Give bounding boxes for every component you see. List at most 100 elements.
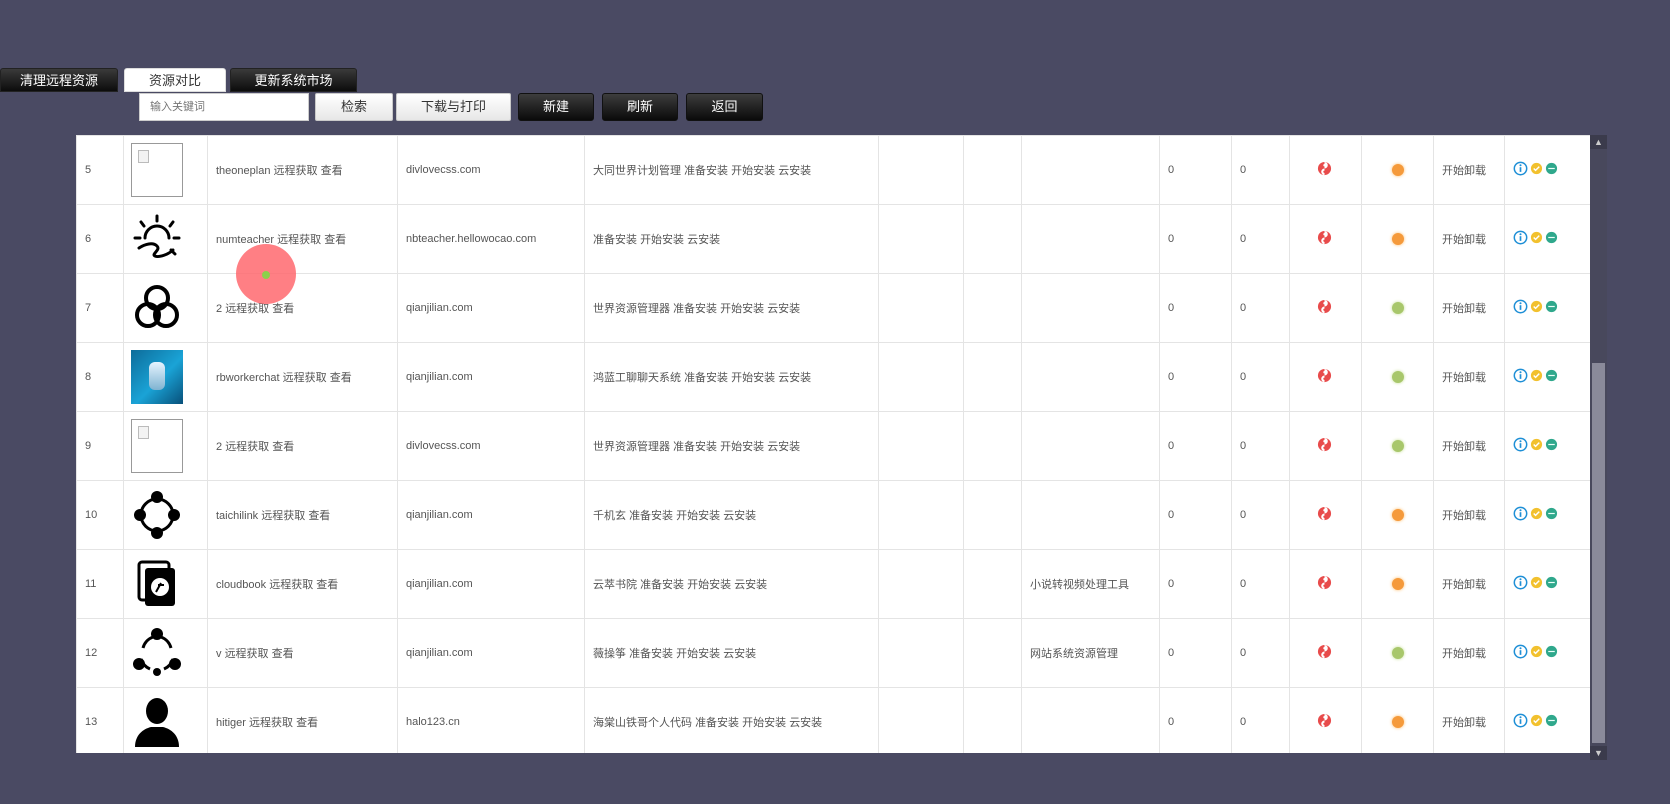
cloud-install-link[interactable]: 云安装 (767, 303, 800, 315)
status-icon[interactable] (1545, 369, 1558, 385)
swirl-icon[interactable] (1317, 161, 1332, 179)
status-icon[interactable] (1545, 231, 1558, 247)
info-icon[interactable] (1513, 713, 1528, 731)
status-icon[interactable] (1545, 300, 1558, 316)
check-icon[interactable] (1530, 576, 1543, 592)
uninstall-link[interactable]: 开始卸载 (1442, 303, 1486, 315)
prepare-install-link[interactable]: 准备安装 (684, 165, 728, 177)
info-icon[interactable] (1513, 437, 1528, 455)
prepare-install-link[interactable]: 准备安装 (673, 303, 717, 315)
check-icon[interactable] (1530, 231, 1543, 247)
swirl-icon[interactable] (1317, 644, 1332, 662)
info-icon[interactable] (1513, 644, 1528, 662)
check-icon[interactable] (1530, 300, 1543, 316)
prepare-install-link[interactable]: 准备安装 (684, 372, 728, 384)
check-icon[interactable] (1530, 162, 1543, 178)
remote-fetch-link[interactable]: 远程获取 (225, 648, 269, 660)
status-icon[interactable] (1545, 162, 1558, 178)
status-icon[interactable] (1545, 645, 1558, 661)
swirl-icon[interactable] (1317, 437, 1332, 455)
cloud-install-link[interactable]: 云安装 (778, 372, 811, 384)
uninstall-link[interactable]: 开始卸载 (1442, 372, 1486, 384)
remote-fetch-link[interactable]: 远程获取 (261, 510, 305, 522)
check-icon[interactable] (1530, 507, 1543, 523)
view-link[interactable]: 查看 (324, 234, 346, 246)
cloud-install-link[interactable]: 云安装 (723, 510, 756, 522)
view-link[interactable]: 查看 (308, 510, 330, 522)
cloud-install-link[interactable]: 云安装 (778, 165, 811, 177)
info-icon[interactable] (1513, 161, 1528, 179)
back-button[interactable]: 返回 (686, 93, 763, 121)
cloud-install-link[interactable]: 云安装 (789, 717, 822, 729)
check-icon[interactable] (1530, 645, 1543, 661)
cloud-install-link[interactable]: 云安装 (723, 648, 756, 660)
remote-fetch-link[interactable]: 远程获取 (283, 372, 327, 384)
refresh-button[interactable]: 刷新 (602, 93, 678, 121)
info-icon[interactable] (1513, 230, 1528, 248)
start-install-link[interactable]: 开始安装 (742, 717, 786, 729)
remote-fetch-link[interactable]: 远程获取 (225, 441, 269, 453)
remote-fetch-link[interactable]: 远程获取 (274, 165, 318, 177)
check-icon[interactable] (1530, 438, 1543, 454)
view-link[interactable]: 查看 (272, 441, 294, 453)
new-button[interactable]: 新建 (518, 93, 594, 121)
view-link[interactable]: 查看 (272, 303, 294, 315)
prepare-install-link[interactable]: 准备安装 (673, 441, 717, 453)
start-install-link[interactable]: 开始安装 (640, 234, 684, 246)
info-icon[interactable] (1513, 575, 1528, 593)
info-icon[interactable] (1513, 368, 1528, 386)
prepare-install-link[interactable]: 准备安装 (593, 234, 637, 246)
uninstall-link[interactable]: 开始卸载 (1442, 648, 1486, 660)
scroll-down-icon[interactable]: ▼ (1590, 746, 1607, 760)
uninstall-link[interactable]: 开始卸载 (1442, 579, 1486, 591)
download-print-button[interactable]: 下载与打印 (396, 93, 511, 121)
tab-resource-compare[interactable]: 资源对比 (124, 68, 226, 92)
view-link[interactable]: 查看 (316, 579, 338, 591)
view-link[interactable]: 查看 (330, 372, 352, 384)
cloud-install-link[interactable]: 云安装 (734, 579, 767, 591)
start-install-link[interactable]: 开始安装 (676, 648, 720, 660)
status-icon[interactable] (1545, 507, 1558, 523)
prepare-install-link[interactable]: 准备安装 (629, 510, 673, 522)
uninstall-link[interactable]: 开始卸载 (1442, 441, 1486, 453)
status-icon[interactable] (1545, 438, 1558, 454)
prepare-install-link[interactable]: 准备安装 (629, 648, 673, 660)
swirl-icon[interactable] (1317, 713, 1332, 731)
prepare-install-link[interactable]: 准备安装 (640, 579, 684, 591)
tab-update-market[interactable]: 更新系统市场 (230, 68, 357, 92)
start-install-link[interactable]: 开始安装 (676, 510, 720, 522)
scroll-up-icon[interactable]: ▲ (1590, 135, 1607, 149)
status-icon[interactable] (1545, 576, 1558, 592)
remote-fetch-link[interactable]: 远程获取 (249, 717, 293, 729)
start-install-link[interactable]: 开始安装 (731, 165, 775, 177)
start-install-link[interactable]: 开始安装 (687, 579, 731, 591)
swirl-icon[interactable] (1317, 575, 1332, 593)
check-icon[interactable] (1530, 369, 1543, 385)
search-button[interactable]: 检索 (315, 93, 393, 121)
swirl-icon[interactable] (1317, 506, 1332, 524)
swirl-icon[interactable] (1317, 230, 1332, 248)
uninstall-link[interactable]: 开始卸载 (1442, 234, 1486, 246)
start-install-link[interactable]: 开始安装 (720, 441, 764, 453)
start-install-link[interactable]: 开始安装 (731, 372, 775, 384)
remote-fetch-link[interactable]: 远程获取 (225, 303, 269, 315)
view-link[interactable]: 查看 (296, 717, 318, 729)
remote-fetch-link[interactable]: 远程获取 (269, 579, 313, 591)
info-icon[interactable] (1513, 299, 1528, 317)
uninstall-link[interactable]: 开始卸载 (1442, 717, 1486, 729)
cloud-install-link[interactable]: 云安装 (687, 234, 720, 246)
swirl-icon[interactable] (1317, 299, 1332, 317)
info-icon[interactable] (1513, 506, 1528, 524)
check-icon[interactable] (1530, 714, 1543, 730)
table-scrollbar[interactable]: ▲ ▼ (1590, 135, 1607, 760)
start-install-link[interactable]: 开始安装 (720, 303, 764, 315)
view-link[interactable]: 查看 (321, 165, 343, 177)
swirl-icon[interactable] (1317, 368, 1332, 386)
cloud-install-link[interactable]: 云安装 (767, 441, 800, 453)
status-icon[interactable] (1545, 714, 1558, 730)
tab-clean-remote[interactable]: 清理远程资源 (0, 68, 118, 92)
uninstall-link[interactable]: 开始卸载 (1442, 165, 1486, 177)
remote-fetch-link[interactable]: 远程获取 (277, 234, 321, 246)
uninstall-link[interactable]: 开始卸载 (1442, 510, 1486, 522)
view-link[interactable]: 查看 (272, 648, 294, 660)
